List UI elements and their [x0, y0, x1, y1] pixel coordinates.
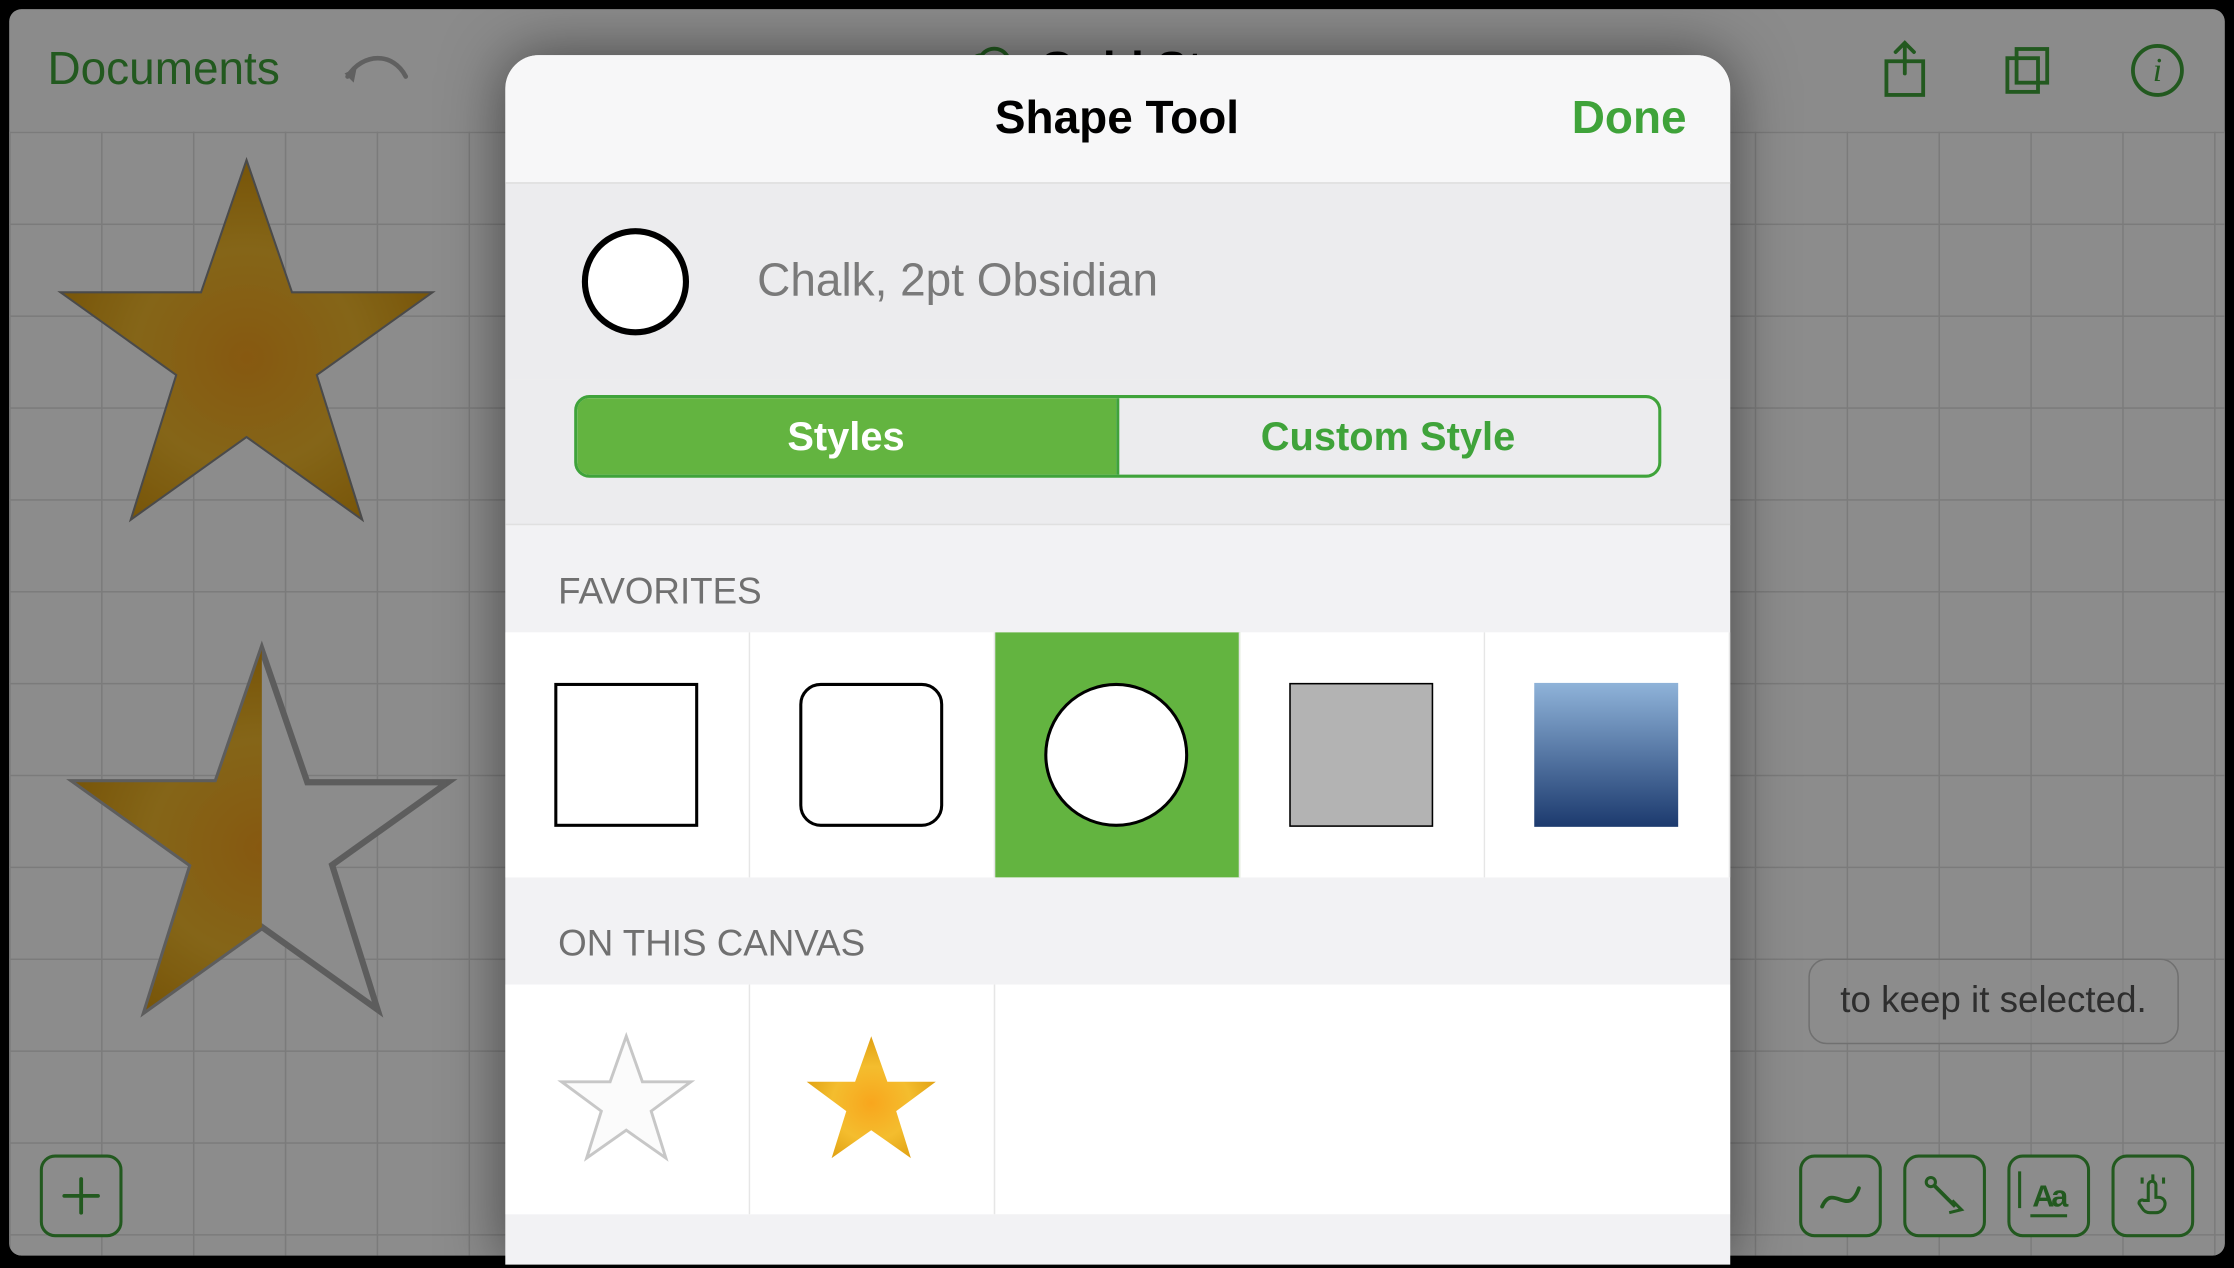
- circle-icon: [1044, 683, 1188, 827]
- rounded-square-icon: [799, 683, 943, 827]
- blue-gradient-icon: [1534, 683, 1678, 827]
- favorite-square[interactable]: [505, 632, 750, 877]
- current-style-preview: Chalk, 2pt Obsidian: [505, 184, 1730, 380]
- on-canvas-header: ON THIS CANVAS: [505, 877, 1730, 984]
- favorites-header: FAVORITES: [505, 525, 1730, 632]
- popover-header: Shape Tool Done: [505, 55, 1730, 184]
- gray-square-icon: [1289, 683, 1433, 827]
- popover-title: Shape Tool: [547, 93, 1686, 145]
- preview-label: Chalk, 2pt Obsidian: [757, 256, 1158, 308]
- preview-swatch-icon: [581, 228, 688, 335]
- favorites-grid: [505, 632, 1730, 877]
- shape-tool-popover: Shape Tool Done Chalk, 2pt Obsidian Styl…: [505, 55, 1730, 1265]
- style-tabs: Styles Custom Style: [573, 395, 1660, 478]
- favorite-gray-square[interactable]: [1239, 632, 1484, 877]
- favorite-rounded-square[interactable]: [750, 632, 995, 877]
- on-canvas-grid: [505, 985, 1730, 1215]
- favorite-blue-square[interactable]: [1484, 632, 1729, 877]
- canvas-style-gold-star[interactable]: [750, 985, 995, 1215]
- tab-custom-style[interactable]: Custom Style: [1115, 398, 1657, 475]
- canvas-style-white-star[interactable]: [505, 985, 750, 1215]
- tab-styles[interactable]: Styles: [576, 398, 1115, 475]
- favorite-circle[interactable]: [995, 632, 1240, 877]
- square-icon: [554, 683, 698, 827]
- done-button[interactable]: Done: [1572, 93, 1687, 145]
